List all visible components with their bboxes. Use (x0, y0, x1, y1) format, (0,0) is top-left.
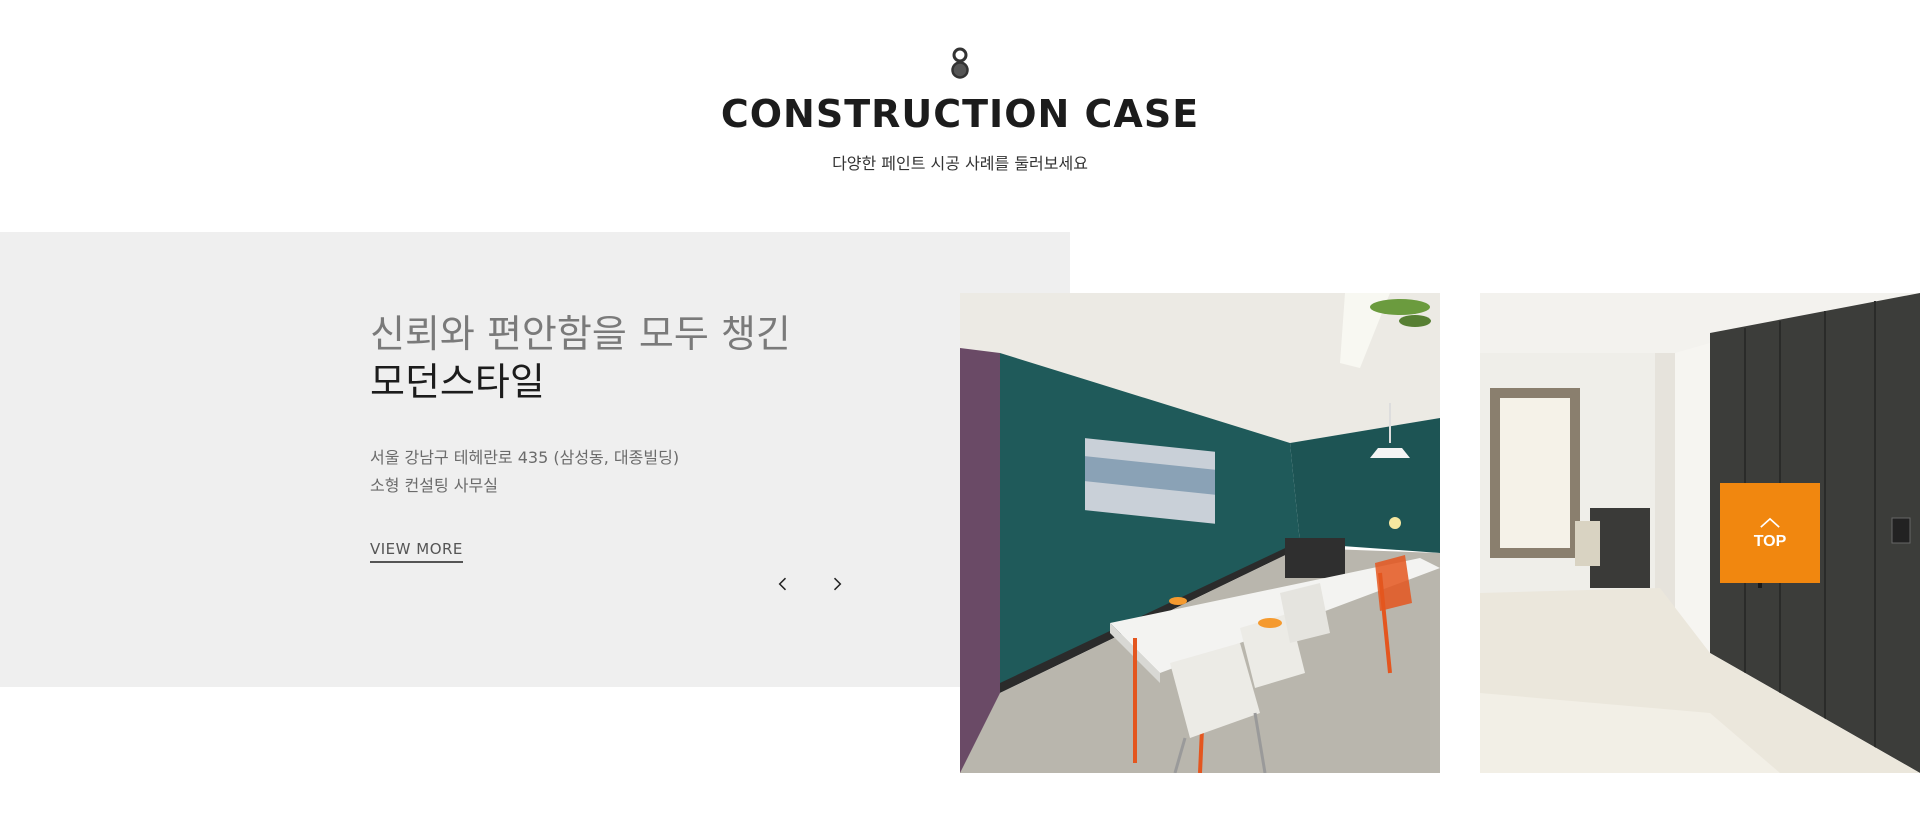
case-address-line1: 서울 강남구 테헤란로 435 (삼성동, 대종빌딩) (370, 448, 680, 467)
case-headline-line2: 모던스타일 (370, 360, 545, 404)
chevron-up-icon (1760, 517, 1780, 528)
slider-prev-button[interactable] (771, 572, 795, 596)
construction-case-section: CONSTRUCTION CASE 다양한 페인트 시공 사례를 둘러보세요 신… (0, 0, 1920, 835)
slider-next-button[interactable] (825, 572, 849, 596)
case-headline-line1: 신뢰와 편안함을 모두 챙긴 (370, 312, 791, 356)
chevron-left-icon (778, 577, 787, 591)
case-photo-meeting-room[interactable] (960, 293, 1440, 773)
case-address: 서울 강남구 테헤란로 435 (삼성동, 대종빌딩) 소형 컨설팅 사무실 (370, 444, 890, 500)
scroll-to-top-button[interactable]: TOP (1720, 483, 1820, 583)
paint-drop-icon (950, 46, 970, 80)
case-headline: 신뢰와 편안함을 모두 챙긴 모던스타일 (370, 310, 930, 406)
view-more-link[interactable]: VIEW MORE (370, 540, 463, 563)
section-title: CONSTRUCTION CASE (720, 92, 1200, 136)
chevron-right-icon (833, 577, 842, 591)
top-button-label: TOP (1753, 532, 1787, 550)
section-subtitle: 다양한 페인트 시공 사례를 둘러보세요 (832, 154, 1088, 173)
case-photo-hallway-wardrobe[interactable] (1480, 293, 1920, 773)
case-address-line2: 소형 컨설팅 사무실 (370, 476, 498, 495)
